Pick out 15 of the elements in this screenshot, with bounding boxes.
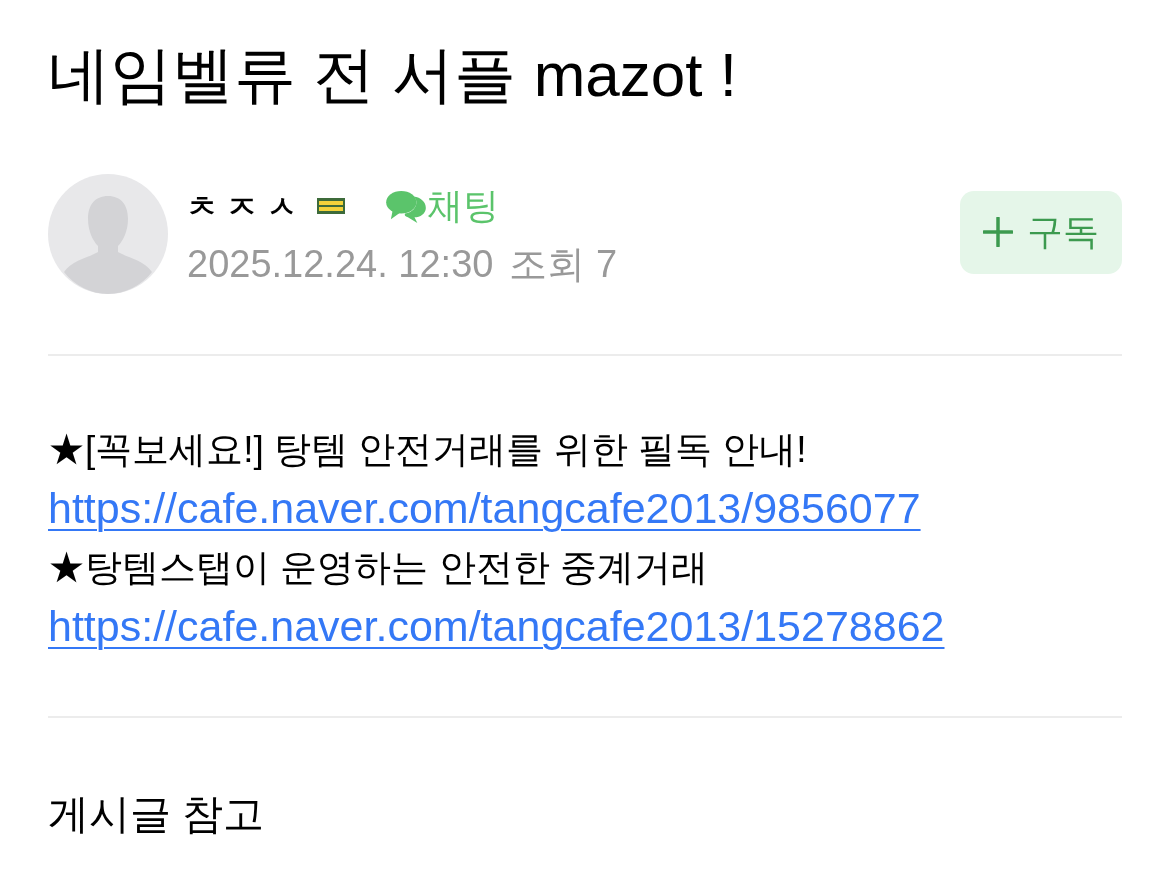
- link[interactable]: https://cafe.naver.com/tangcafe2013/15278862: [48, 597, 945, 656]
- subscribe-button[interactable]: 구독: [960, 190, 1122, 274]
- body-text: ★[꼭보세요!] 탕템 안전거래를 위한 필독 안내!: [48, 428, 807, 472]
- body-text: ★탕템스탭이 운영하는 안전한 중계거래: [48, 546, 708, 590]
- view-count: 조회 7: [509, 242, 618, 287]
- level-badge-icon: [317, 198, 345, 214]
- link[interactable]: https://cafe.naver.com/tangcafe2013/9856077: [48, 479, 921, 538]
- body-text: 게시글 참고: [48, 790, 265, 839]
- post-date: 2025.12.24. 12:30: [187, 242, 494, 287]
- avatar-icon: [48, 174, 168, 294]
- chat-link[interactable]: 채팅: [385, 179, 499, 233]
- plus-icon: [983, 217, 1013, 247]
- chat-bubbles-icon: [385, 189, 427, 223]
- author-name[interactable]: ㅊㅈㅅ: [187, 183, 307, 229]
- post-title: 네임벨류 전 서플 mazot !: [48, 39, 737, 111]
